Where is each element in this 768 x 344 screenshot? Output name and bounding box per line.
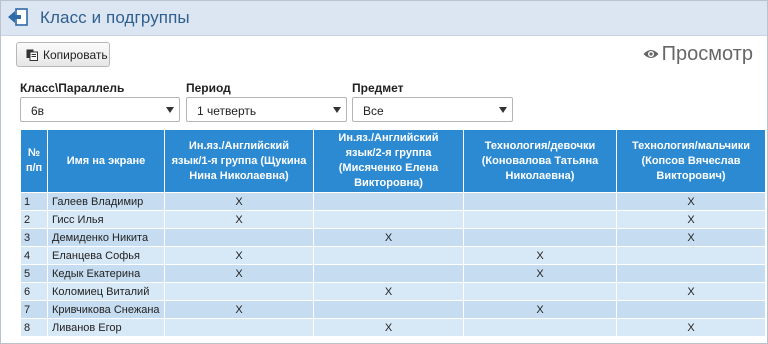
table-row: 3 Демиденко Никита X X — [20, 228, 766, 247]
group-cell[interactable] — [313, 192, 464, 211]
period-select-value: 1 четверть — [197, 104, 257, 118]
column-header-english-group-1[interactable]: Ин.яз./Английский язык/1-я группа (Щукин… — [164, 129, 314, 193]
page-title: Класс и подгруппы — [40, 8, 190, 27]
group-cell[interactable]: X — [463, 264, 617, 283]
title-bar: Класс и подгруппы — [1, 1, 767, 36]
group-cell[interactable]: X — [463, 300, 617, 319]
table-row: 5 Кедык Екатерина X X — [20, 264, 766, 283]
student-name: Коломиец Виталий — [47, 282, 165, 301]
group-cell[interactable] — [164, 228, 314, 247]
column-header-number[interactable]: № п/п — [20, 129, 48, 193]
copy-button-label: Копировать — [43, 47, 108, 62]
group-cell[interactable] — [313, 210, 464, 229]
group-cell[interactable]: X — [616, 318, 766, 337]
group-cell[interactable] — [164, 318, 314, 337]
table-header-row: № п/п Имя на экране Ин.яз./Английский яз… — [20, 129, 766, 193]
group-cell[interactable]: X — [616, 282, 766, 301]
group-cell[interactable]: X — [313, 228, 464, 247]
student-name: Гисс Илья — [47, 210, 165, 229]
group-cell[interactable] — [463, 210, 617, 229]
row-number: 8 — [20, 318, 48, 337]
group-cell[interactable] — [463, 282, 617, 301]
row-number: 1 — [20, 192, 48, 211]
student-name: Демиденко Никита — [47, 228, 165, 247]
student-name: Кривчикова Снежана — [47, 300, 165, 319]
group-cell[interactable] — [463, 228, 617, 247]
group-cell[interactable] — [616, 264, 766, 283]
chevron-down-icon — [333, 107, 341, 113]
group-cell[interactable] — [616, 246, 766, 265]
group-cell[interactable]: X — [164, 300, 314, 319]
subject-select[interactable]: Все — [352, 97, 513, 122]
group-cell[interactable]: X — [463, 246, 617, 265]
table-row: 4 Еланцева Софья X X — [20, 246, 766, 265]
table-row: 7 Кривчикова Снежана X X — [20, 300, 766, 319]
subgroups-table: № п/п Имя на экране Ин.яз./Английский яз… — [20, 129, 766, 337]
student-name: Галеев Владимир — [47, 192, 165, 211]
row-number: 7 — [20, 300, 48, 319]
subject-select-value: Все — [363, 104, 384, 118]
chevron-down-icon — [166, 107, 174, 113]
row-number: 4 — [20, 246, 48, 265]
group-cell[interactable]: X — [164, 246, 314, 265]
copy-button[interactable]: Копировать — [16, 42, 110, 67]
column-header-technology-girls[interactable]: Технология/девочки (Коновалова Татьяна Н… — [463, 129, 617, 193]
group-cell[interactable] — [164, 282, 314, 301]
student-name: Кедык Екатерина — [47, 264, 165, 283]
group-cell[interactable] — [463, 318, 617, 337]
table-row: 6 Коломиец Виталий X X — [20, 282, 766, 301]
student-name: Ливанов Егор — [47, 318, 165, 337]
chevron-down-icon — [499, 107, 507, 113]
period-select[interactable]: 1 четверть — [186, 97, 347, 122]
class-select[interactable]: 6в — [20, 97, 180, 122]
period-filter-label: Период — [186, 81, 231, 95]
class-filter-label: Класс\Параллель — [20, 81, 125, 95]
group-cell[interactable]: X — [616, 228, 766, 247]
subject-filter-label: Предмет — [352, 81, 404, 95]
table-row: 2 Гисс Илья X X — [20, 210, 766, 229]
group-cell[interactable]: X — [164, 192, 314, 211]
group-cell[interactable]: X — [164, 264, 314, 283]
window: Класс и подгруппы Копировать Просмотр Кл… — [0, 0, 768, 344]
column-header-technology-boys[interactable]: Технология/мальчики (Копсов Вячеслав Вик… — [616, 129, 766, 193]
table-row: 8 Ливанов Егор X X — [20, 318, 766, 337]
group-cell[interactable]: X — [616, 210, 766, 229]
view-label: Просмотр — [661, 42, 753, 65]
group-cell[interactable]: X — [616, 192, 766, 211]
group-cell[interactable]: X — [164, 210, 314, 229]
student-name: Еланцева Софья — [47, 246, 165, 265]
class-select-value: 6в — [31, 104, 45, 118]
row-number: 2 — [20, 210, 48, 229]
row-number: 5 — [20, 264, 48, 283]
view-link[interactable]: Просмотр — [643, 41, 753, 67]
group-cell[interactable] — [313, 246, 464, 265]
row-number: 3 — [20, 228, 48, 247]
column-header-english-group-2[interactable]: Ин.яз./Английский язык/2-я группа (Мисяч… — [313, 129, 464, 193]
group-cell[interactable]: X — [313, 318, 464, 337]
group-cell[interactable] — [313, 300, 464, 319]
group-cell[interactable] — [463, 192, 617, 211]
group-cell[interactable]: X — [313, 282, 464, 301]
group-cell[interactable] — [616, 300, 766, 319]
group-cell[interactable] — [313, 264, 464, 283]
copy-icon — [26, 49, 38, 61]
column-header-name[interactable]: Имя на экране — [47, 129, 165, 193]
table-row: 1 Галеев Владимир X X — [20, 192, 766, 211]
row-number: 6 — [20, 282, 48, 301]
eye-icon — [643, 50, 659, 58]
back-arrow-icon[interactable] — [7, 7, 29, 27]
